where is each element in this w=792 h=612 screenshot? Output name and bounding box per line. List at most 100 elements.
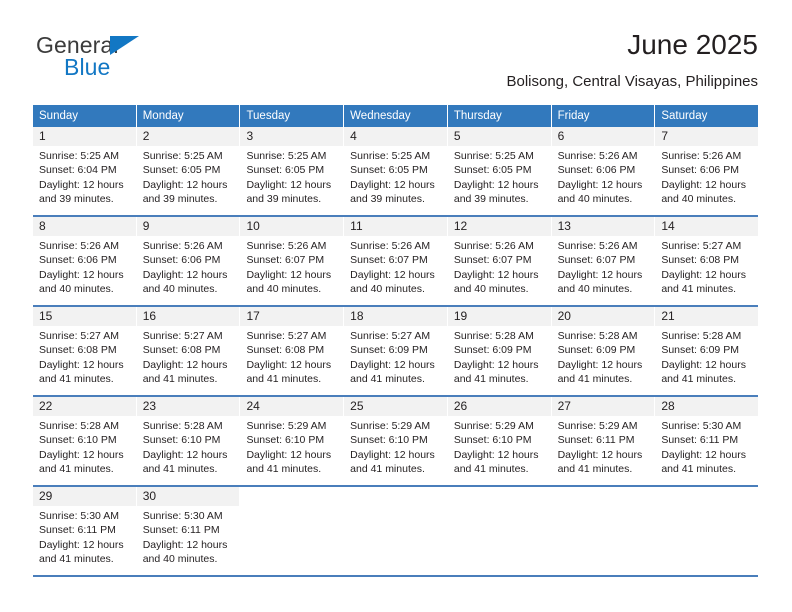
- day-details: [655, 506, 758, 509]
- calendar-bottom-divider: [33, 575, 758, 577]
- calendar-day-cell[interactable]: 9 Sunrise: 5:26 AM Sunset: 6:06 PM Daylight…: [136, 217, 241, 305]
- day-details: Sunrise: 5:26 AM Sunset: 6:06 PM Daylight:…: [655, 146, 758, 206]
- calendar-day-cell[interactable]: 8 Sunrise: 5:26 AM Sunset: 6:06 PM Daylight…: [33, 217, 137, 305]
- calendar-day-cell[interactable]: 25 Sunrise: 5:29 AM Sunset: 6:10 PM Dayligh…: [344, 397, 448, 485]
- sunset-text: Sunset: 6:11 PM: [142, 524, 220, 537]
- calendar-day-cell[interactable]: 22 Sunrise: 5:28 AM Sunset: 6:10 PM Dayligh…: [33, 397, 137, 485]
- day-details: Sunrise: 5:26 AM Sunset: 6:07 PM Daylight:…: [552, 236, 655, 296]
- daylight-text: Daylight: 12 hours and 40 minutes.: [142, 268, 228, 295]
- day-number: 22: [33, 397, 136, 416]
- calendar-day-cell[interactable]: 7 Sunrise: 5:26 AM Sunset: 6:06 PM Daylight…: [655, 127, 759, 215]
- calendar-day-cell[interactable]: 16 Sunrise: 5:27 AM Sunset: 6:08 PM Dayligh…: [136, 307, 241, 395]
- calendar-day-cell[interactable]: 29 Sunrise: 5:30 AM Sunset: 6:11 PM Dayligh…: [33, 487, 137, 575]
- calendar-day-cell[interactable]: 27 Sunrise: 5:29 AM Sunset: 6:11 PM Dayligh…: [551, 397, 656, 485]
- sunset-text: Sunset: 6:09 PM: [453, 344, 532, 357]
- calendar-day-cell[interactable]: 20 Sunrise: 5:28 AM Sunset: 6:09 PM Dayligh…: [551, 307, 656, 395]
- sunrise-text: Sunrise: 5:30 AM: [661, 420, 742, 432]
- sunset-text: Sunset: 6:09 PM: [661, 344, 739, 357]
- day-number: 21: [655, 307, 759, 326]
- general-blue-logo[interactable]: General Blue: [33, 32, 233, 88]
- day-number: 1: [33, 127, 136, 146]
- calendar-day-cell[interactable]: 24 Sunrise: 5:29 AM Sunset: 6:10 PM Dayligh…: [240, 397, 345, 485]
- daylight-text: Daylight: 12 hours and 39 minutes.: [246, 178, 332, 205]
- sunrise-text: Sunrise: 5:27 AM: [142, 330, 223, 342]
- day-details: Sunrise: 5:28 AM Sunset: 6:10 PM Daylight:…: [33, 416, 136, 476]
- daylight-text: Daylight: 12 hours and 41 minutes.: [246, 358, 332, 385]
- day-details: Sunrise: 5:28 AM Sunset: 6:10 PM Daylight:…: [137, 416, 240, 476]
- calendar-day-cell[interactable]: 12 Sunrise: 5:26 AM Sunset: 6:07 PM Dayligh…: [447, 217, 552, 305]
- calendar-day-cell[interactable]: 17 Sunrise: 5:27 AM Sunset: 6:08 PM Dayligh…: [240, 307, 345, 395]
- day-number: 24: [240, 397, 344, 416]
- day-details: Sunrise: 5:25 AM Sunset: 6:05 PM Daylight:…: [137, 146, 240, 206]
- daylight-text: Daylight: 12 hours and 40 minutes.: [557, 178, 643, 205]
- day-number: 7: [655, 127, 759, 146]
- calendar-day-cell[interactable]: 14 Sunrise: 5:27 AM Sunset: 6:08 PM Dayligh…: [655, 217, 759, 305]
- day-details: Sunrise: 5:30 AM Sunset: 6:11 PM Daylight:…: [137, 506, 240, 566]
- sunset-text: Sunset: 6:07 PM: [453, 254, 532, 267]
- weekday-header-sunday: Sunday: [33, 105, 137, 127]
- sunrise-text: Sunrise: 5:27 AM: [246, 330, 327, 342]
- sunset-text: Sunset: 6:09 PM: [350, 344, 428, 357]
- sunset-text: Sunset: 6:10 PM: [39, 434, 117, 447]
- day-number: 16: [136, 307, 240, 326]
- calendar-day-cell[interactable]: 2 Sunrise: 5:25 AM Sunset: 6:05 PM Daylight…: [136, 127, 241, 215]
- sunset-text: Sunset: 6:11 PM: [557, 434, 635, 447]
- sunrise-text: Sunrise: 5:30 AM: [142, 510, 223, 522]
- day-number: [551, 487, 655, 506]
- calendar-day-cell[interactable]: 15 Sunrise: 5:27 AM Sunset: 6:08 PM Dayligh…: [33, 307, 137, 395]
- daylight-text: Daylight: 12 hours and 40 minutes.: [557, 268, 643, 295]
- calendar-day-cell[interactable]: 3 Sunrise: 5:25 AM Sunset: 6:05 PM Daylight…: [240, 127, 345, 215]
- sunset-text: Sunset: 6:06 PM: [661, 164, 739, 177]
- calendar-day-cell[interactable]: 18 Sunrise: 5:27 AM Sunset: 6:09 PM Dayligh…: [344, 307, 448, 395]
- calendar-day-cell[interactable]: 4 Sunrise: 5:25 AM Sunset: 6:05 PM Daylight…: [344, 127, 448, 215]
- sunset-text: Sunset: 6:07 PM: [557, 254, 636, 267]
- sunset-text: Sunset: 6:08 PM: [142, 344, 221, 357]
- calendar-day-cell[interactable]: 5 Sunrise: 5:25 AM Sunset: 6:05 PM Daylight…: [447, 127, 552, 215]
- daylight-text: Daylight: 12 hours and 41 minutes.: [453, 358, 539, 385]
- sunrise-text: Sunrise: 5:26 AM: [246, 240, 327, 252]
- sunset-text: Sunset: 6:05 PM: [453, 164, 532, 177]
- calendar-day-cell-empty: [447, 487, 552, 575]
- calendar-day-cell[interactable]: 30 Sunrise: 5:30 AM Sunset: 6:11 PM Dayligh…: [136, 487, 241, 575]
- day-number: [447, 487, 551, 506]
- calendar-day-cell[interactable]: 13 Sunrise: 5:26 AM Sunset: 6:07 PM Dayligh…: [551, 217, 656, 305]
- daylight-text: Daylight: 12 hours and 41 minutes.: [142, 448, 228, 475]
- calendar-day-cell[interactable]: 28 Sunrise: 5:30 AM Sunset: 6:11 PM Dayligh…: [655, 397, 759, 485]
- day-number: [344, 487, 447, 506]
- daylight-text: Daylight: 12 hours and 41 minutes.: [350, 448, 435, 475]
- day-details: [552, 506, 655, 509]
- sunrise-text: Sunrise: 5:26 AM: [453, 240, 534, 252]
- day-number: 10: [240, 217, 344, 236]
- calendar-day-cell[interactable]: 19 Sunrise: 5:28 AM Sunset: 6:09 PM Dayligh…: [447, 307, 552, 395]
- calendar-day-cell[interactable]: 21 Sunrise: 5:28 AM Sunset: 6:09 PM Dayligh…: [655, 307, 759, 395]
- day-details: Sunrise: 5:28 AM Sunset: 6:09 PM Daylight:…: [655, 326, 758, 386]
- day-details: Sunrise: 5:29 AM Sunset: 6:10 PM Daylight:…: [448, 416, 551, 476]
- day-details: Sunrise: 5:26 AM Sunset: 6:06 PM Daylight:…: [137, 236, 240, 296]
- day-number: 29: [33, 487, 136, 506]
- day-number: 2: [136, 127, 240, 146]
- weekday-header-monday: Monday: [136, 105, 241, 127]
- sunrise-text: Sunrise: 5:28 AM: [661, 330, 742, 342]
- calendar-day-cell[interactable]: 1 Sunrise: 5:25 AM Sunset: 6:04 PM Daylight…: [33, 127, 137, 215]
- sunset-text: Sunset: 6:04 PM: [39, 164, 117, 177]
- day-number: 20: [551, 307, 655, 326]
- calendar-day-cell[interactable]: 23 Sunrise: 5:28 AM Sunset: 6:10 PM Dayligh…: [136, 397, 241, 485]
- day-number: 26: [447, 397, 551, 416]
- sunset-text: Sunset: 6:07 PM: [350, 254, 428, 267]
- day-details: Sunrise: 5:25 AM Sunset: 6:05 PM Daylight:…: [448, 146, 551, 206]
- daylight-text: Daylight: 12 hours and 39 minutes.: [39, 178, 124, 205]
- calendar-day-cell[interactable]: 10 Sunrise: 5:26 AM Sunset: 6:07 PM Dayligh…: [240, 217, 345, 305]
- calendar-day-cell-empty: [551, 487, 656, 575]
- calendar-day-cell[interactable]: 26 Sunrise: 5:29 AM Sunset: 6:10 PM Dayligh…: [447, 397, 552, 485]
- weekday-header-row: Sunday Monday Tuesday Wednesday Thursday Frid…: [33, 105, 759, 127]
- day-number: 27: [551, 397, 655, 416]
- day-details: Sunrise: 5:30 AM Sunset: 6:11 PM Daylight:…: [33, 506, 136, 566]
- daylight-text: Daylight: 12 hours and 41 minutes.: [453, 448, 539, 475]
- calendar-day-cell[interactable]: 11 Sunrise: 5:26 AM Sunset: 6:07 PM Dayligh…: [344, 217, 448, 305]
- calendar-day-cell[interactable]: 6 Sunrise: 5:26 AM Sunset: 6:06 PM Daylight…: [551, 127, 656, 215]
- sunrise-text: Sunrise: 5:25 AM: [39, 150, 119, 162]
- sunset-text: Sunset: 6:05 PM: [142, 164, 221, 177]
- calendar-day-cell-empty: [240, 487, 345, 575]
- day-details: Sunrise: 5:25 AM Sunset: 6:05 PM Daylight:…: [344, 146, 447, 206]
- logo-text-blue: Blue: [64, 54, 111, 80]
